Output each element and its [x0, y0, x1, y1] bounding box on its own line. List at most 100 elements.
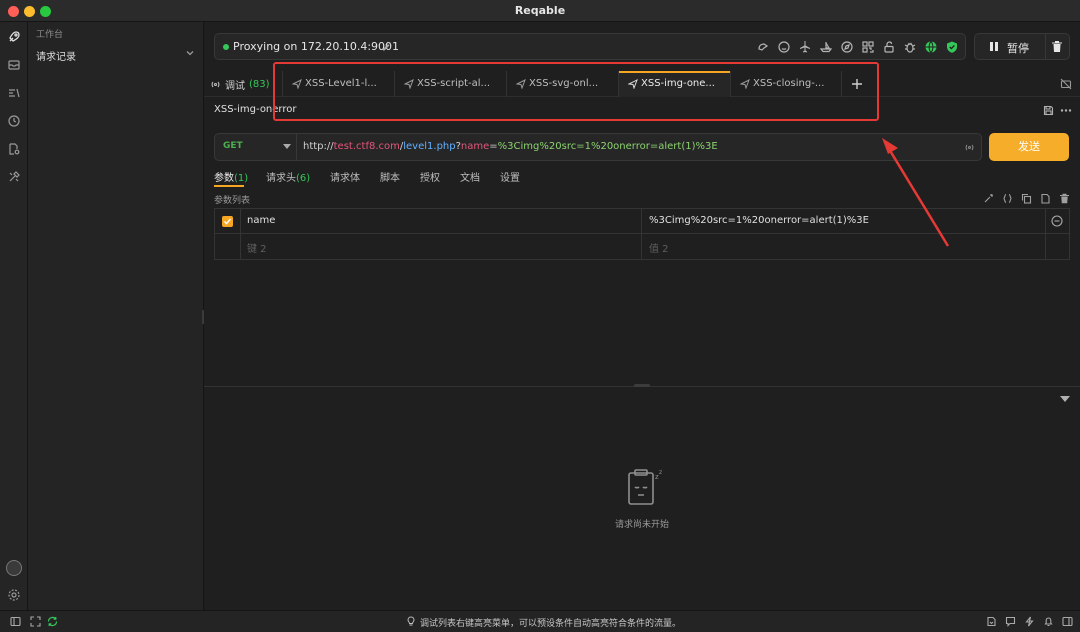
pause-button-label: 暂停 [1007, 42, 1029, 55]
sync-icon[interactable] [47, 616, 58, 627]
subtab-headers-count: (6) [296, 173, 311, 184]
magic-wand-icon[interactable] [983, 193, 994, 204]
bug-icon[interactable] [903, 40, 917, 54]
rocket-icon[interactable] [7, 30, 21, 44]
window-title: Reqable [514, 4, 566, 17]
subtab-params-count: (1) [234, 173, 249, 184]
url-input[interactable]: http://test.ctf8.com/level1.php?name=%3C… [303, 141, 718, 152]
unlock-icon[interactable] [882, 40, 896, 54]
params-list-label: 参数列表 [214, 196, 251, 206]
param-value-placeholder[interactable]: 值 2 [649, 240, 669, 255]
pause-icon [990, 42, 998, 51]
history-icon[interactable] [7, 114, 21, 128]
user-avatar[interactable] [6, 560, 22, 576]
document-search-icon[interactable] [7, 142, 21, 156]
url-query-value: %3Cimg%20src=1%20onerror=alert(1)%3E [497, 141, 718, 152]
param-key[interactable]: name [247, 215, 275, 226]
url-equals: = [489, 141, 498, 152]
compass-icon[interactable] [840, 40, 854, 54]
lightbulb-icon [407, 616, 415, 626]
param-value[interactable]: %3Cimg%20src=1%20onerror=alert(1)%3E [649, 215, 869, 226]
param-key-placeholder[interactable]: 键 2 [247, 240, 267, 255]
annotation-highlight-box [273, 62, 879, 121]
divider [1045, 34, 1046, 59]
proxy-status-dot [223, 44, 229, 50]
subtab-docs[interactable]: 文档 [460, 169, 480, 184]
panel-right-icon[interactable] [1062, 616, 1073, 627]
capture-controls: 暂停 [974, 33, 1070, 60]
subtab-settings[interactable]: 设置 [500, 169, 520, 184]
delete-icon[interactable] [1059, 193, 1070, 204]
airplane-icon[interactable] [798, 40, 812, 54]
proxy-status-bar: Proxying on 172.20.10.4:9001 [214, 33, 966, 60]
capture-icon[interactable] [756, 40, 770, 54]
svg-text:z: z [659, 469, 662, 476]
sidebar-toggle-icon[interactable] [10, 616, 21, 627]
comment-icon[interactable] [1005, 616, 1016, 627]
caret-down-icon [283, 144, 291, 149]
url-bar: GET http://test.ctf8.com/level1.php?name… [214, 133, 982, 161]
param-enabled-checkbox[interactable] [222, 216, 233, 227]
active-subtab-underline [214, 185, 244, 187]
url-scheme: http:// [303, 141, 334, 152]
status-bar: 调试列表右键高亮菜单，可以预设条件自动高亮符合条件的流量。 [0, 610, 1080, 632]
url-host: test.ctf8.com [333, 141, 400, 152]
antenna-icon[interactable] [964, 142, 975, 153]
subtab-auth[interactable]: 授权 [420, 169, 440, 184]
boat-icon[interactable] [819, 40, 833, 54]
tab-debug-label: 调试 [225, 80, 245, 92]
no-camera-icon[interactable] [1060, 78, 1072, 90]
proxy-tools [756, 40, 959, 54]
url-path: level1.php [403, 141, 456, 152]
status-hint-text: 调试列表右键高亮菜单，可以预设条件自动高亮符合条件的流量。 [420, 619, 682, 629]
pause-button[interactable]: 暂停 [975, 34, 1045, 59]
save-icon[interactable] [1043, 105, 1054, 116]
edit-pencil-icon[interactable] [381, 41, 392, 52]
panel-resize-handle[interactable] [634, 384, 650, 387]
subtab-script[interactable]: 脚本 [380, 169, 400, 184]
caret-down-icon[interactable] [1060, 396, 1070, 403]
shield-icon[interactable] [945, 40, 959, 54]
subtab-body[interactable]: 请求体 [330, 169, 360, 184]
url-query-key: name [460, 141, 490, 152]
qr-code-icon[interactable] [861, 40, 875, 54]
title-bar: Reqable [0, 0, 1080, 22]
sidebar-item-request-records[interactable]: 请求记录 [36, 48, 76, 63]
subtab-params[interactable]: 参数(1) [214, 169, 248, 184]
annotation-arrow-icon [882, 138, 950, 247]
fullscreen-icon[interactable] [30, 616, 41, 627]
subtab-params-label: 参数 [214, 173, 234, 184]
more-options-icon[interactable] [1060, 105, 1072, 116]
export-icon[interactable] [986, 616, 997, 627]
send-button[interactable]: 发送 [989, 133, 1069, 161]
params-toolbar [983, 193, 1070, 204]
tab-debug[interactable]: 调试 (83) [210, 75, 270, 93]
sidebar: 工作台 请求记录 [28, 22, 204, 610]
subtab-headers-label: 请求头 [266, 173, 296, 184]
settings-gear-icon[interactable] [7, 588, 21, 602]
inbox-icon[interactable] [7, 58, 21, 72]
bell-icon[interactable] [1043, 616, 1054, 627]
method-select[interactable]: GET [215, 134, 297, 160]
remove-circle-icon[interactable] [1051, 215, 1063, 227]
emoji-icon[interactable] [777, 40, 791, 54]
copy-icon[interactable] [1021, 193, 1032, 204]
compare-icon[interactable] [7, 86, 21, 100]
activity-bar [0, 22, 28, 610]
trash-icon[interactable] [1051, 40, 1063, 53]
globe-icon[interactable] [924, 40, 938, 54]
tools-icon[interactable] [7, 170, 21, 184]
chevron-down-icon[interactable] [185, 48, 195, 58]
tab-debug-count: (83) [249, 78, 270, 90]
sidebar-section-workspace: 工作台 [36, 30, 64, 40]
clipboard-sleep-icon: zz [628, 469, 662, 505]
method-label: GET [223, 141, 243, 151]
checkmark-icon [223, 218, 232, 225]
subtab-headers[interactable]: 请求头(6) [266, 169, 310, 184]
antenna-icon [211, 81, 220, 87]
braces-icon[interactable] [1002, 193, 1013, 204]
proxy-status-text: Proxying on 172.20.10.4:9001 [233, 40, 400, 53]
empty-response-text: 请求尚未开始 [614, 520, 669, 530]
lightning-icon[interactable] [1024, 616, 1035, 627]
paste-icon[interactable] [1040, 193, 1051, 204]
